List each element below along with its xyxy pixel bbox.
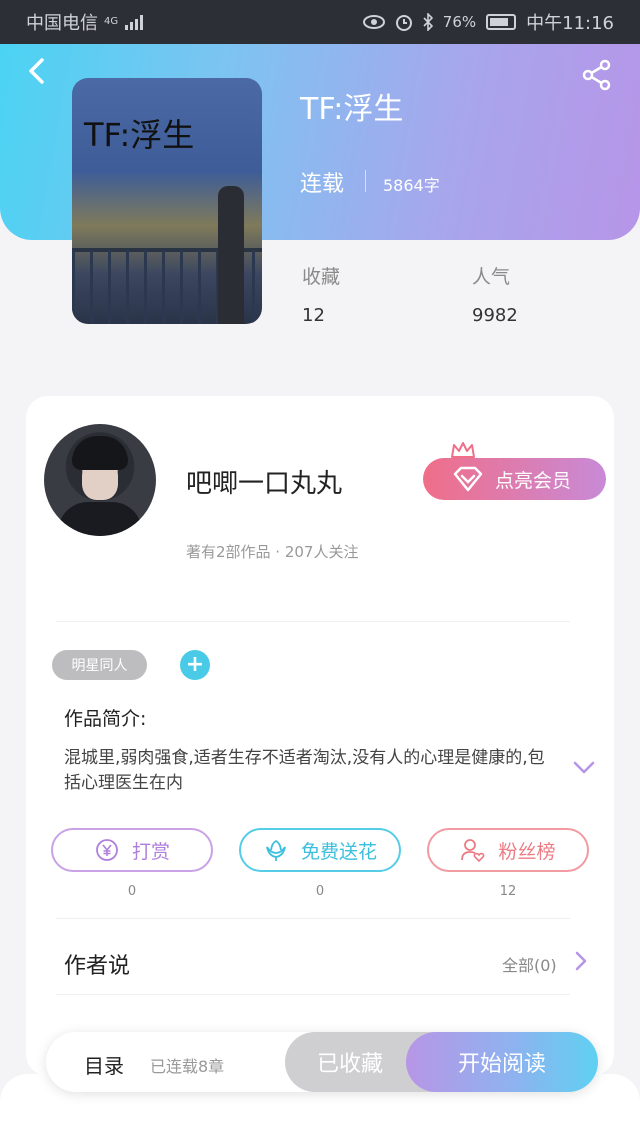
avatar-hair (72, 436, 128, 470)
network-type: 4G (104, 16, 119, 27)
start-reading-label: 开始阅读 (457, 1052, 546, 1077)
flower-count: 0 (315, 884, 325, 899)
clock: 中午11:16 (526, 13, 614, 34)
stat-value-collect: 12 (302, 305, 325, 326)
collected-label: 已收藏 (316, 1052, 383, 1077)
book-title: TF:浮生 (300, 92, 404, 127)
intro-label: 作品简介: (64, 708, 147, 730)
book-cover[interactable]: TF:浮生 (72, 78, 262, 324)
chevron-left-icon (29, 58, 44, 84)
back-button[interactable] (22, 56, 52, 86)
send-flower-label: 免费送花 (300, 840, 377, 863)
fan-count: 12 (499, 884, 517, 899)
divider (56, 918, 570, 919)
stat-value-popularity: 9982 (472, 305, 518, 326)
diamond-icon (453, 466, 483, 492)
cover-figure (218, 186, 244, 324)
status-bar: 中国电信 4G 76% 中午11:16 (0, 0, 640, 44)
avatar-body (58, 502, 142, 536)
status-divider (365, 170, 366, 192)
divider (56, 994, 570, 995)
eye-icon (362, 15, 385, 29)
vip-button[interactable]: 点亮会员 (423, 458, 606, 500)
book-status: 连载 (300, 172, 345, 197)
battery-icon (486, 14, 517, 30)
tip-label: 打赏 (131, 840, 170, 863)
user-heart-icon (461, 839, 485, 863)
carrier-name: 中国电信 (26, 13, 98, 34)
yen-icon (96, 839, 118, 861)
crown-icon (451, 442, 475, 458)
author-name[interactable]: 吧唧一口丸丸 (186, 463, 342, 500)
flower-icon (266, 839, 286, 861)
send-flower-button[interactable]: 免费送花 (239, 828, 401, 872)
bluetooth-icon (423, 13, 433, 31)
status-right: 76% 中午11:16 (362, 9, 614, 35)
carrier-info: 中国电信 4G (26, 9, 146, 35)
fan-ranking-button[interactable]: 粉丝榜 (427, 828, 589, 872)
chevron-right-icon (575, 951, 587, 971)
stat-label-collect: 收藏 (302, 266, 341, 288)
toc-label: 目录 (84, 1054, 124, 1078)
author-note-label: 作者说 (64, 954, 131, 979)
signal-icon (125, 15, 144, 30)
toc-chapter-count: 已连载8章 (150, 1057, 225, 1076)
battery-percent: 76% (442, 13, 477, 31)
avatar[interactable] (44, 424, 156, 536)
vip-button-label: 点亮会员 (495, 469, 572, 492)
alarm-icon (395, 15, 412, 31)
tip-button[interactable]: 打赏 (51, 828, 213, 872)
share-button[interactable] (580, 58, 614, 92)
author-meta: 著有2部作品 · 207人关注 (186, 543, 359, 561)
divider (56, 621, 570, 622)
cover-title: TF:浮生 (84, 116, 195, 154)
share-icon (582, 59, 611, 91)
start-reading-button[interactable]: 开始阅读 (406, 1032, 598, 1092)
intro-text: 混城里,弱肉强食,适者生存不适者淘汰,没有人的心理是健康的,包括心理医生在内 (64, 748, 545, 793)
tip-count: 0 (127, 884, 137, 899)
fan-ranking-label: 粉丝榜 (498, 840, 556, 863)
tag-chip[interactable]: 明星同人 (52, 650, 147, 680)
stat-label-popularity: 人气 (472, 266, 511, 288)
chevron-down-icon[interactable] (572, 760, 596, 776)
add-tag-button[interactable]: + (180, 650, 210, 680)
author-note-count: 全部(0) (502, 956, 557, 975)
word-count: 5864字 (383, 176, 440, 195)
